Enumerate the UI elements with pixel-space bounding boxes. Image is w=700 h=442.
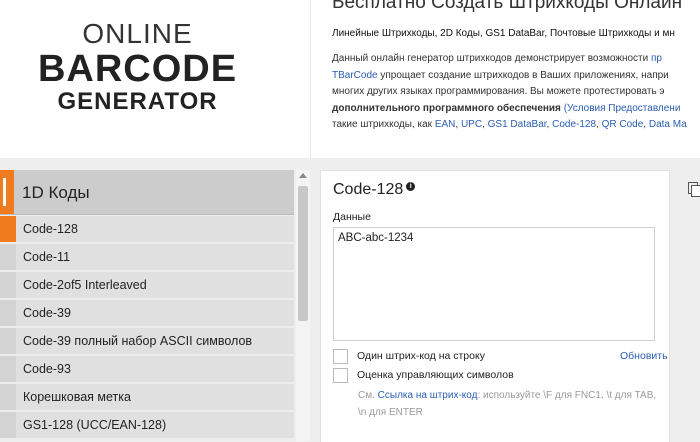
- terms-link[interactable]: (Условия Предоставлени: [564, 103, 681, 114]
- right-column: [680, 170, 700, 441]
- link-upc[interactable]: UPC: [461, 119, 482, 130]
- intro-text: Данный онлайн генератор штрихкодов демон…: [332, 53, 687, 130]
- sidebar-item-label: Code-128: [23, 222, 78, 236]
- item-marker: [0, 384, 16, 410]
- tbarcode-link[interactable]: TBarCode: [332, 70, 378, 81]
- category-header-1d[interactable]: 1D Коды: [0, 170, 294, 215]
- logo-line-generator: GENERATOR: [57, 88, 218, 115]
- intro-link-pr[interactable]: пр: [651, 53, 662, 64]
- intro-subtitle: Линейные Штрихкоды, 2D Коды, GS1 DataBar…: [332, 28, 675, 39]
- item-marker: [0, 216, 16, 242]
- sidebar-item-code-11[interactable]: Code-11: [0, 244, 294, 272]
- sidebar-item-label: GS1-128 (UCC/EAN-128): [23, 418, 167, 432]
- page-title: Бесплатно Создать Штрихкоды Онлайн: [332, 0, 683, 13]
- sidebar-item-code-39-ascii[interactable]: Code-39 полный набор ASCII символов: [0, 328, 294, 356]
- intro-line5: такие штрихкоды, как: [332, 119, 433, 130]
- logo-line-barcode: BARCODE: [37, 48, 238, 90]
- copy-icon-front: [691, 185, 700, 197]
- intro-line3: многих других языках программирования. В…: [332, 86, 665, 97]
- one-per-line-option: Один штрих-код на строку Обновить: [333, 349, 668, 365]
- intro-bold-text: дополнительного программного обеспечения: [332, 102, 561, 114]
- sidebar-item-label: Корешковая метка: [23, 390, 131, 404]
- logo[interactable]: ONLINE BARCODE GENERATOR: [0, 0, 311, 158]
- intro-line2: упрощает создание штрихкодов в Ваших при…: [380, 69, 669, 81]
- sidebar-item-code-2of5[interactable]: Code-2of5 Interleaved: [0, 272, 294, 300]
- category-label: 1D Коды: [22, 183, 90, 202]
- sidebar-item-label: Code-39: [23, 306, 71, 320]
- sidebar-item-spine-label[interactable]: Корешковая метка: [0, 384, 294, 412]
- escape-hint: См. Ссылка на штрих-код: используйте \F …: [358, 387, 658, 421]
- hint-prefix: См.: [358, 390, 375, 401]
- sidebar-item-label: Code-39 полный набор ASCII символов: [23, 334, 253, 348]
- item-marker: [0, 412, 16, 438]
- barcode-reference-link[interactable]: Ссылка на штрих-код: [378, 390, 478, 401]
- link-ean[interactable]: EAN: [435, 119, 456, 130]
- sidebar-item-gs1-128[interactable]: GS1-128 (UCC/EAN-128): [0, 412, 294, 440]
- logo-line-online: ONLINE: [82, 18, 193, 49]
- scroll-up-arrow-icon[interactable]: [299, 173, 307, 178]
- page-header: ONLINE BARCODE GENERATOR Бесплатно Созда…: [0, 0, 700, 158]
- intro-section: Бесплатно Создать Штрихкоды Онлайн Линей…: [332, 0, 700, 155]
- scroll-thumb[interactable]: [298, 186, 308, 321]
- item-marker: [0, 244, 16, 270]
- link-data-matrix[interactable]: Data Ma: [649, 119, 687, 130]
- escape-sequences-checkbox[interactable]: [333, 368, 348, 383]
- item-marker: [0, 272, 16, 298]
- sidebar-item-label: Code-2of5 Interleaved: [23, 278, 147, 292]
- link-gs1-databar[interactable]: GS1 DataBar: [488, 119, 547, 130]
- item-marker: [0, 300, 16, 326]
- link-qr-code[interactable]: QR Code: [602, 119, 644, 130]
- update-link[interactable]: Обновить: [620, 350, 668, 362]
- sidebar-item-code-39[interactable]: Code-39: [0, 300, 294, 328]
- escape-sequences-label: Оценка управляющих символов: [357, 369, 514, 381]
- link-code-128[interactable]: Code-128: [552, 119, 596, 130]
- sidebar-item-code-128[interactable]: Code-128: [0, 216, 294, 244]
- one-per-line-checkbox[interactable]: [333, 349, 348, 364]
- barcode-data-input[interactable]: ABC-abc-1234: [333, 227, 655, 341]
- item-marker: [0, 356, 16, 382]
- item-marker: [0, 328, 16, 354]
- sidebar-item-code-93[interactable]: Code-93: [0, 356, 294, 384]
- sidebar-item-label: Code-11: [23, 250, 71, 264]
- sidebar-item-label: Code-93: [23, 362, 71, 376]
- barcode-settings-panel: Code-128 i Данные ABC-abc-1234 Один штрих…: [320, 170, 670, 442]
- data-label: Данные: [333, 211, 371, 223]
- category-marker: [0, 170, 14, 214]
- one-per-line-label: Один штрих-код на строку: [357, 350, 485, 362]
- intro-line1: Данный онлайн генератор штрихкодов демон…: [332, 53, 649, 64]
- panel-title: Code-128 i: [333, 181, 416, 199]
- sidebar-scrollbar[interactable]: [296, 170, 310, 441]
- copy-icon[interactable]: [688, 182, 700, 197]
- barcode-type-title: Code-128: [333, 181, 404, 198]
- escape-sequences-option: Оценка управляющих символов: [333, 368, 663, 384]
- barcode-type-sidebar: 1D Коды Code-128 Code-11 Code-2of5 Inter…: [0, 170, 296, 441]
- info-icon[interactable]: i: [406, 182, 416, 191]
